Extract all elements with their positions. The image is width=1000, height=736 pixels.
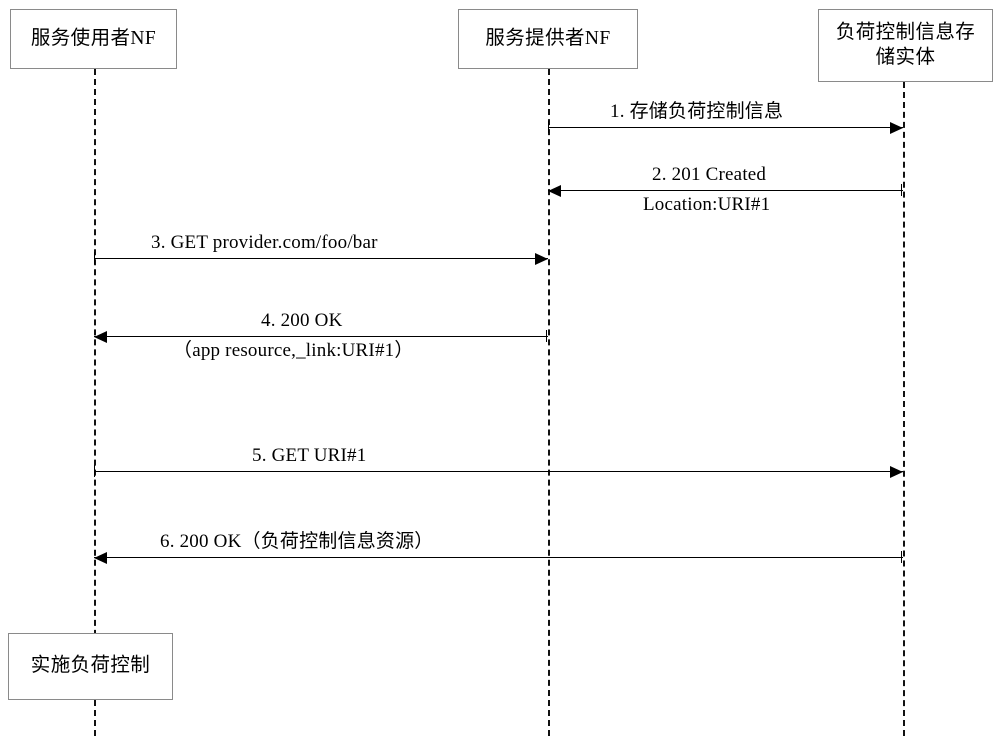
message-4-arrowhead: [94, 330, 107, 343]
participant-box-storage: 负荷控制信息存 储实体: [818, 9, 993, 82]
action-box-enforce-load-control: 实施负荷控制: [8, 633, 173, 700]
message-1-arrowhead: [890, 121, 903, 134]
message-4-line: [94, 336, 548, 337]
message-2-line: [548, 190, 903, 191]
lifeline-producer: [548, 69, 550, 736]
message-1-line: [548, 127, 903, 128]
lifeline-storage: [903, 82, 905, 736]
message-6-line: [94, 557, 903, 558]
participant-label-producer: 服务提供者NF: [485, 27, 611, 49]
sequence-diagram: 服务使用者NF 服务提供者NF 负荷控制信息存 储实体 1. 存储负荷控制信息 …: [0, 0, 1000, 736]
message-5-arrowhead: [890, 465, 903, 478]
participant-box-producer: 服务提供者NF: [458, 9, 638, 69]
message-6-label: 6. 200 OK（负荷控制信息资源）: [160, 531, 434, 553]
participant-label-storage: 负荷控制信息存 储实体: [835, 22, 976, 68]
participant-label-consumer: 服务使用者NF: [30, 27, 157, 49]
message-4-origin-tick: [546, 330, 547, 342]
message-3-line: [94, 258, 548, 259]
message-1-label: 1. 存储负荷控制信息: [610, 101, 784, 123]
message-2-sublabel: Location:URI#1: [643, 194, 771, 215]
participant-box-consumer: 服务使用者NF: [10, 9, 177, 69]
message-2-origin-tick: [901, 184, 902, 196]
action-box-label: 实施负荷控制: [30, 655, 151, 677]
message-5-line: [94, 471, 903, 472]
message-2-label: 2. 201 Created: [652, 164, 767, 186]
message-4-sublabel: （app resource,_link:URI#1）: [173, 340, 414, 361]
message-6-origin-tick: [901, 551, 902, 563]
message-3-arrowhead: [535, 252, 548, 265]
message-4-label: 4. 200 OK: [261, 310, 343, 332]
message-3-label: 3. GET provider.com/foo/bar: [151, 232, 378, 254]
message-2-arrowhead: [548, 184, 561, 197]
message-5-label: 5. GET URI#1: [252, 445, 367, 467]
message-6-arrowhead: [94, 551, 107, 564]
